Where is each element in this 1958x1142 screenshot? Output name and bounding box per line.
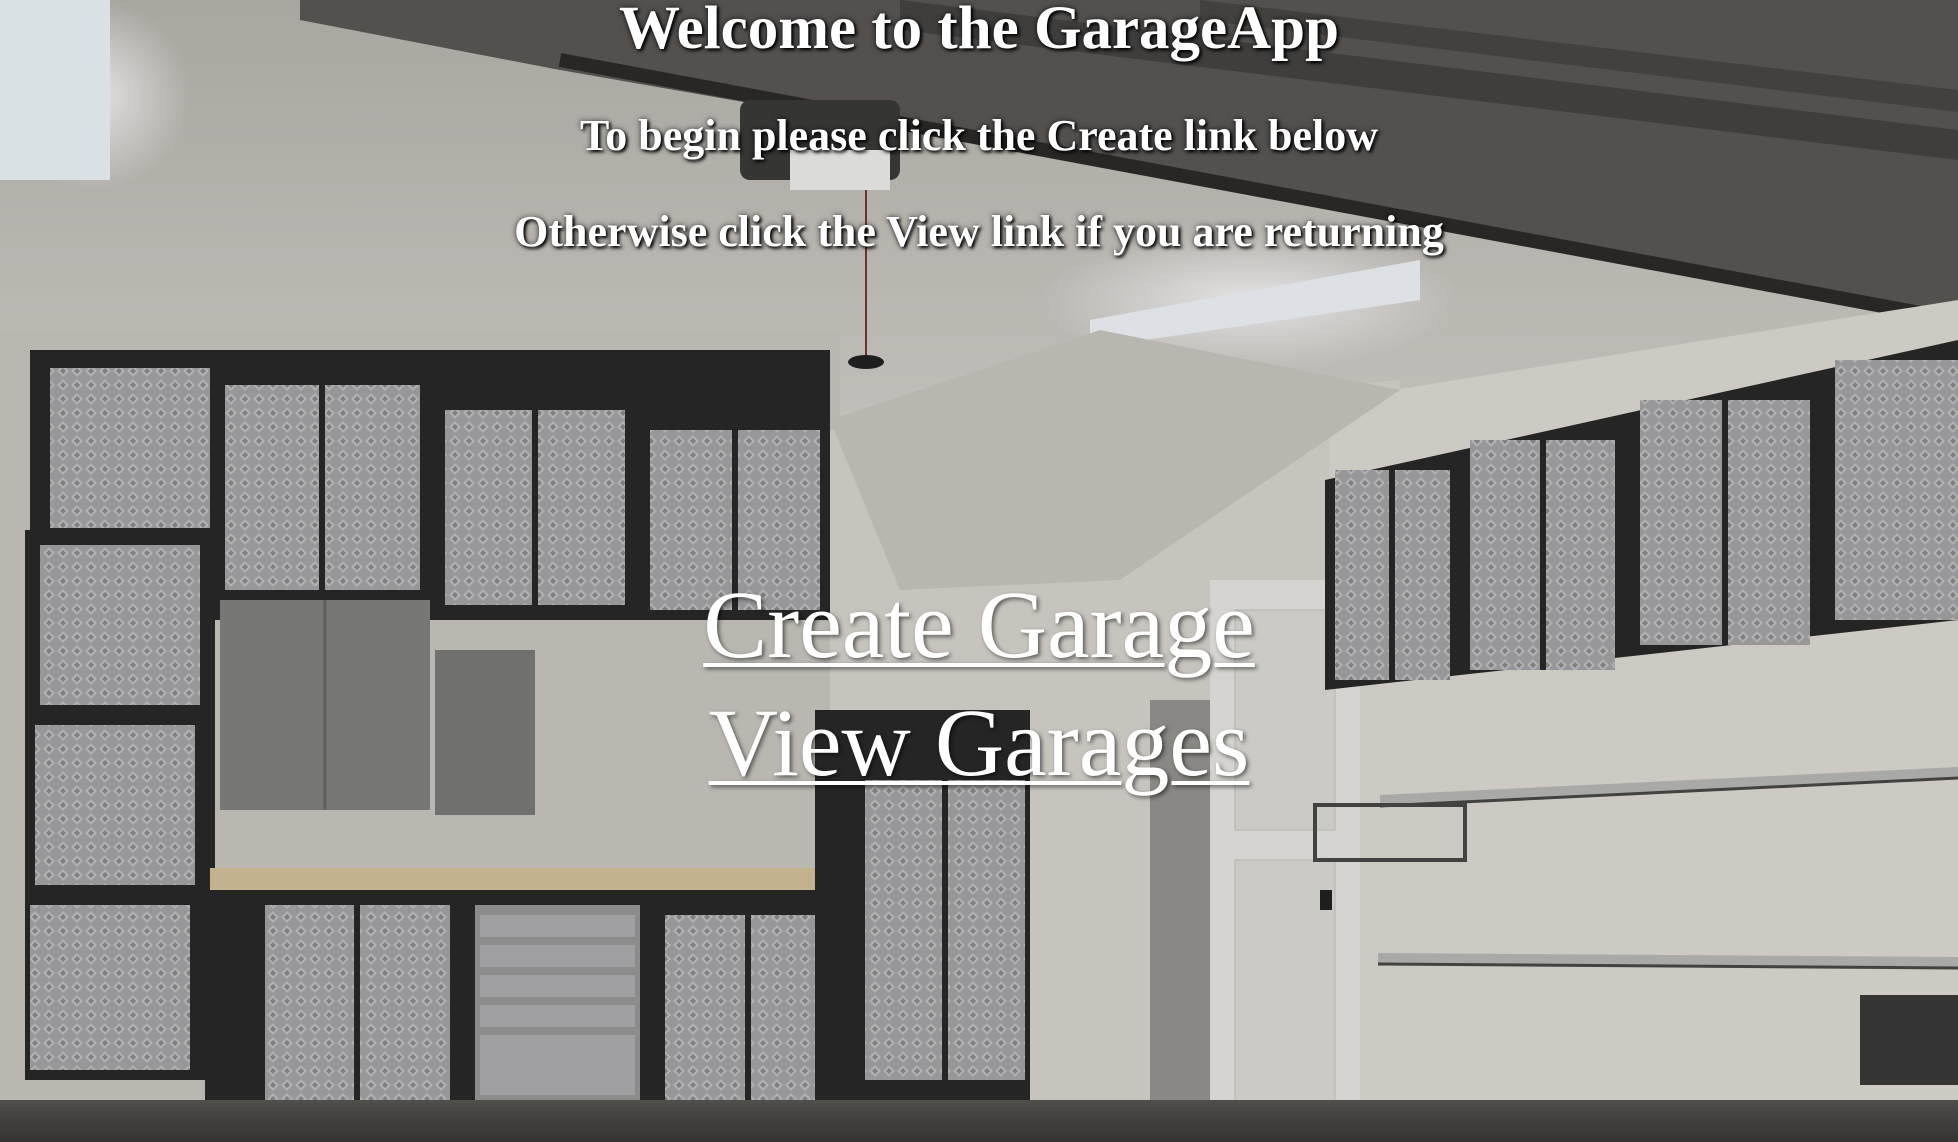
view-garages-link[interactable]: View Garages: [0, 684, 1958, 802]
view-instruction-text: Otherwise click the View link if you are…: [514, 207, 1444, 256]
nav-links: Create Garage View Garages: [0, 566, 1958, 802]
garage-app-page: Welcome to the GarageApp To begin please…: [0, 0, 1958, 1142]
create-instruction-text: To begin please click the Create link be…: [579, 111, 1379, 160]
page-title: Welcome to the GarageApp: [619, 0, 1339, 62]
create-garage-link[interactable]: Create Garage: [0, 566, 1958, 684]
welcome-overlay: Welcome to the GarageApp To begin please…: [0, 0, 1958, 1142]
